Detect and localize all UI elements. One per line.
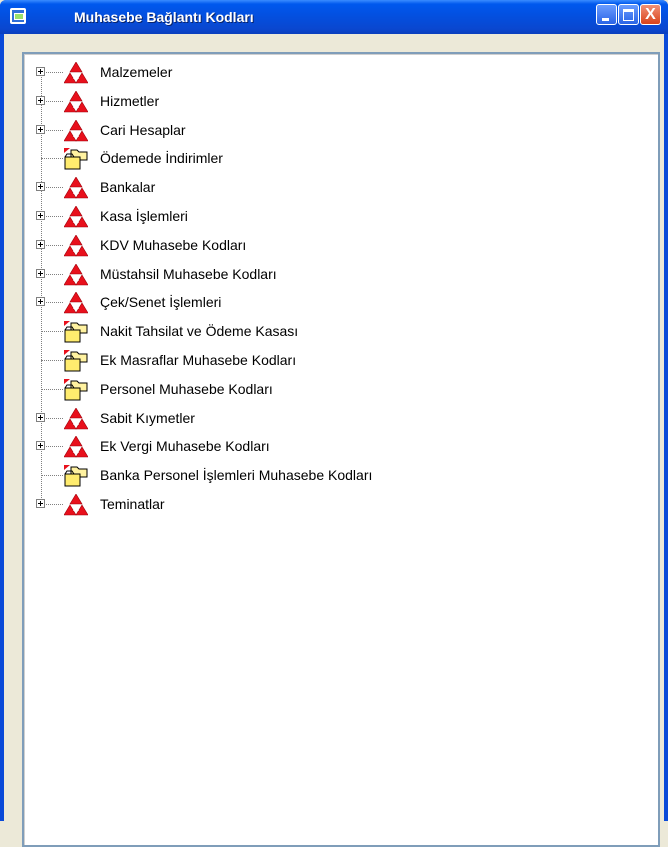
tree-item-label: KDV Muhasebe Kodları xyxy=(100,236,247,253)
red-triangles-icon xyxy=(63,407,89,430)
tree-item-label: Banka Personel İşlemleri Muhasebe Kodlar… xyxy=(100,467,373,484)
tree-item-label: Ödemede İndirimler xyxy=(100,150,223,167)
tree-item-label: Hizmetler xyxy=(100,92,160,109)
maximize-button[interactable] xyxy=(618,4,639,25)
tree-item-label: Teminatlar xyxy=(100,496,165,512)
title-bar[interactable]: Muhasebe Bağlantı Kodları X xyxy=(0,0,668,34)
tree-item[interactable]: Sabit Kıymetler xyxy=(24,404,644,433)
tree-item[interactable]: Bankalar xyxy=(24,173,644,202)
tree-connector xyxy=(41,331,63,333)
tree-item-label: Sabit Kıymetler xyxy=(100,409,195,426)
tree-item-label: Cari Hesaplar xyxy=(100,121,186,138)
tree-item-label: Müstahsil Muhasebe Kodları xyxy=(100,265,277,282)
folder-icon xyxy=(64,148,88,170)
tree-connector xyxy=(41,360,63,361)
tree-view[interactable]: Malzemeler Hizmetler Cari Hesaplar Ödemede … xyxy=(22,52,660,847)
expand-plus-icon[interactable] xyxy=(36,268,45,278)
folder-icon xyxy=(64,378,88,401)
folder-icon xyxy=(64,321,88,343)
window-body: Malzemeler Hizmetler Cari Hesaplar Ödemede … xyxy=(4,34,664,847)
folder-icon xyxy=(64,350,88,372)
tree-item-label: Bankalar xyxy=(100,179,156,196)
tree-item[interactable]: Ek Vergi Muhasebe Kodları xyxy=(24,432,644,461)
expand-plus-icon[interactable] xyxy=(36,67,45,76)
tree-item-label: Kasa İşlemleri xyxy=(100,208,188,224)
folder-icon xyxy=(64,465,88,487)
close-icon: X xyxy=(645,6,656,23)
red-triangles-icon xyxy=(63,435,89,458)
tree-item[interactable]: Ek Masraflar Muhasebe Kodları xyxy=(24,346,644,375)
tree-item[interactable]: Hizmetler xyxy=(24,87,644,116)
tree-item[interactable]: KDV Muhasebe Kodları xyxy=(24,231,644,260)
minimize-button[interactable] xyxy=(596,4,617,25)
red-triangles-icon xyxy=(63,61,89,84)
red-triangles-icon xyxy=(63,90,89,113)
tree-item[interactable]: Müstahsil Muhasebe Kodları xyxy=(24,260,644,289)
expand-plus-icon[interactable] xyxy=(36,499,45,508)
red-triangles-icon xyxy=(63,234,89,257)
app-window: Muhasebe Bağlantı Kodları X Malzemeler Hi… xyxy=(0,0,668,847)
tree-connector xyxy=(41,388,63,390)
red-triangles-icon xyxy=(63,176,89,199)
expand-plus-icon[interactable] xyxy=(36,297,45,307)
tree-item[interactable]: Personel Muhasebe Kodları xyxy=(24,375,644,404)
app-window-icon[interactable] xyxy=(10,8,26,24)
expand-plus-icon[interactable] xyxy=(36,95,45,105)
red-triangles-icon xyxy=(63,493,89,516)
red-triangles-icon xyxy=(63,263,89,286)
tree-item[interactable]: Cari Hesaplar xyxy=(24,116,644,145)
expand-plus-icon[interactable] xyxy=(36,441,45,451)
tree-item[interactable]: Teminatlar xyxy=(24,490,644,519)
tree-item-label: Malzemeler xyxy=(100,64,173,80)
tree-item[interactable]: Ödemede İndirimler xyxy=(24,144,644,173)
tree-item-label: Ek Vergi Muhasebe Kodları xyxy=(100,438,270,455)
red-triangles-icon xyxy=(63,291,89,314)
tree-item-label: Ek Masraflar Muhasebe Kodları xyxy=(100,352,297,368)
tree-item[interactable]: Malzemeler xyxy=(24,58,644,87)
expand-plus-icon[interactable] xyxy=(36,239,45,249)
tree-item[interactable]: Nakit Tahsilat ve Ödeme Kasası xyxy=(24,317,644,346)
tree-connector xyxy=(41,475,63,477)
expand-plus-icon[interactable] xyxy=(36,182,45,192)
window-title: Muhasebe Bağlantı Kodları xyxy=(74,9,254,25)
tree-item-label: Nakit Tahsilat ve Ödeme Kasası xyxy=(100,323,299,340)
tree-item[interactable]: Çek/Senet İşlemleri xyxy=(24,288,644,317)
red-triangles-icon xyxy=(63,205,89,228)
expand-plus-icon[interactable] xyxy=(36,412,45,422)
red-triangles-icon xyxy=(63,119,89,142)
tree-item-label: Personel Muhasebe Kodları xyxy=(100,380,273,397)
tree-connector xyxy=(41,158,63,160)
close-button[interactable]: X xyxy=(640,4,661,25)
tree-item-label: Çek/Senet İşlemleri xyxy=(100,294,222,311)
expand-plus-icon[interactable] xyxy=(36,124,45,134)
expand-plus-icon[interactable] xyxy=(36,211,45,220)
tree-item[interactable]: Banka Personel İşlemleri Muhasebe Kodlar… xyxy=(24,461,644,490)
tree-item[interactable]: Kasa İşlemleri xyxy=(24,202,644,231)
